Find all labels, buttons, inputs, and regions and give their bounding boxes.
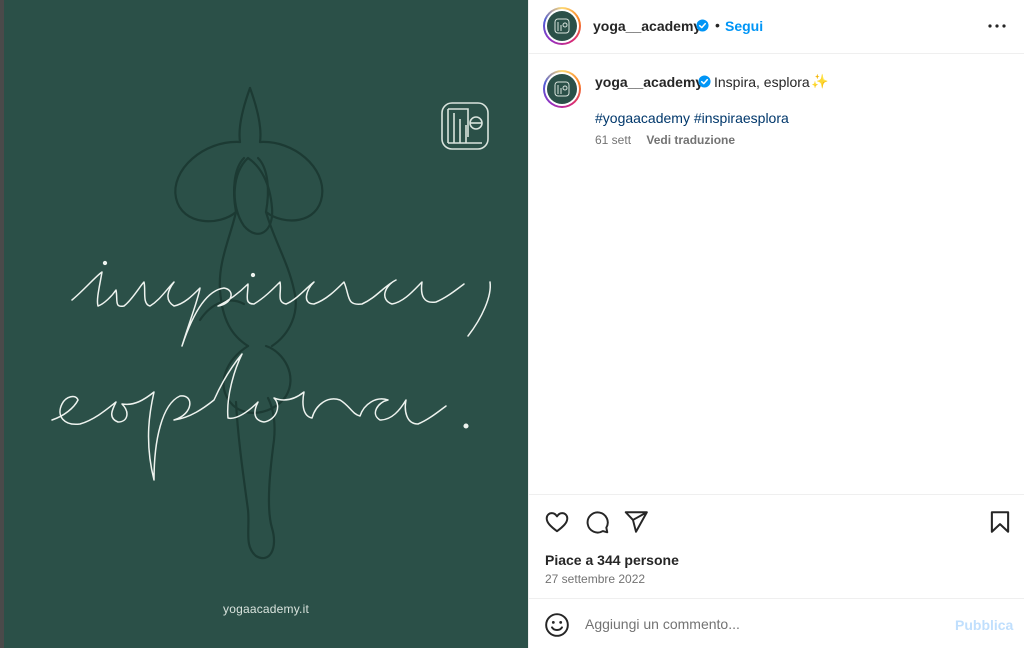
website-caption: yogaacademy.it — [223, 602, 309, 616]
post-image[interactable]: yogaacademy.it — [4, 0, 528, 648]
yoga-figure-illustration — [51, 86, 491, 560]
follow-button[interactable]: Segui — [725, 18, 763, 34]
verified-badge-icon — [696, 19, 709, 32]
comment-bar: Pubblica — [529, 598, 1024, 648]
bookmark-icon[interactable] — [987, 509, 1013, 535]
comment-icon[interactable] — [584, 509, 610, 535]
see-translation-button[interactable]: Vedi traduzione — [646, 133, 735, 147]
username-link[interactable]: yoga__academy — [593, 18, 701, 34]
post-date[interactable]: 27 settembre 2022 — [545, 572, 645, 586]
likes-count[interactable]: Piace a 344 persone — [545, 552, 679, 568]
post-details-panel: yoga__academy • Segui yoga__academy Insp… — [528, 0, 1024, 648]
avatar[interactable] — [543, 7, 581, 45]
share-icon[interactable] — [623, 509, 649, 535]
sparkles-emoji: ✨ — [811, 73, 829, 89]
profile-logo-icon — [554, 81, 570, 97]
hashtags: #yogaacademy #inspiraesplora — [595, 110, 789, 126]
hashtag-link[interactable]: #inspiraesplora — [694, 110, 789, 126]
publish-comment-button[interactable]: Pubblica — [955, 617, 1013, 633]
comment-input[interactable] — [585, 616, 945, 632]
hashtag-link[interactable]: #yogaacademy — [595, 110, 690, 126]
post-header: yoga__academy • Segui — [529, 0, 1024, 54]
verified-badge-icon — [698, 75, 711, 88]
action-bar: Piace a 344 persone 27 settembre 2022 — [529, 494, 1024, 598]
caption-username-link[interactable]: yoga__academy — [595, 74, 703, 90]
emoji-icon[interactable] — [544, 612, 570, 638]
more-options-icon[interactable] — [985, 14, 1009, 38]
caption-text: Inspira, esplora — [714, 74, 810, 90]
caption-meta: 61 sett Vedi traduzione — [595, 133, 735, 147]
separator-dot: • — [715, 17, 720, 33]
caption-avatar[interactable] — [543, 70, 581, 108]
post-age[interactable]: 61 sett — [595, 133, 631, 147]
academy-logo — [441, 102, 489, 150]
profile-logo-icon — [554, 18, 570, 34]
heart-icon[interactable] — [544, 509, 570, 535]
